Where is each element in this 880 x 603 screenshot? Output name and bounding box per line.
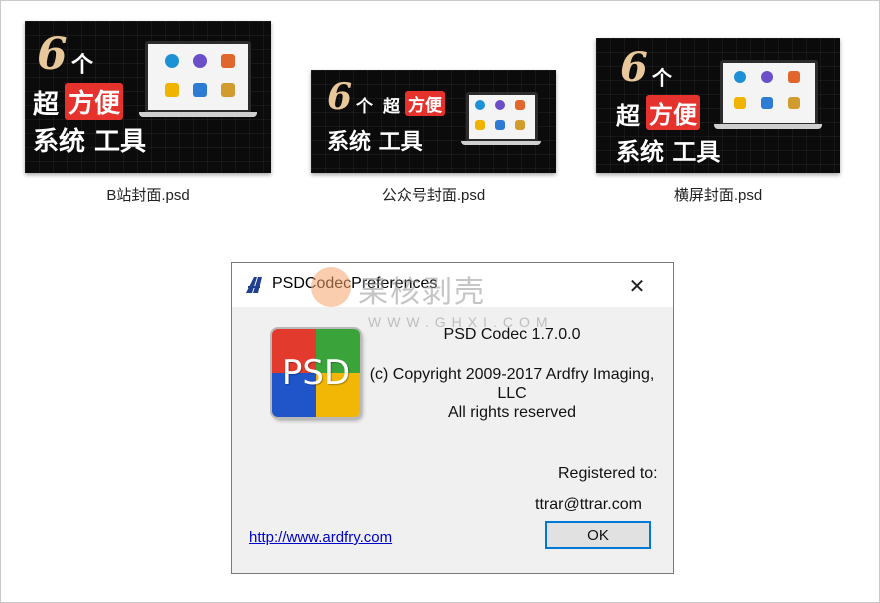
file-item-wechat-cover[interactable]: 6 个 超 方便 系统 工具 公众号封面.psd bbox=[311, 70, 556, 206]
crab-icon bbox=[515, 100, 525, 110]
watermark-text: 果核剥壳 bbox=[358, 275, 486, 310]
gear-icon bbox=[475, 100, 485, 110]
close-icon: ✕ bbox=[628, 275, 646, 298]
monitor-icon bbox=[475, 120, 485, 130]
laptop-base bbox=[461, 141, 541, 145]
watermark-logo bbox=[311, 267, 351, 307]
laptop-graphic bbox=[145, 41, 251, 113]
doc-icon bbox=[495, 120, 505, 130]
people-icon bbox=[495, 100, 505, 110]
copyright-text-2: LLC bbox=[497, 385, 527, 402]
rights-text: All rights reserved bbox=[447, 404, 577, 421]
thumbnail-image: 6 个 超 方便 系统 工具 bbox=[25, 21, 271, 173]
lock-icon bbox=[515, 120, 525, 130]
file-name: 横屏封面.psd bbox=[673, 187, 763, 204]
logo-text: PSD bbox=[281, 353, 351, 393]
thumb-title: 系统 工具 bbox=[616, 137, 721, 166]
crab-icon bbox=[788, 71, 800, 83]
laptop-base bbox=[714, 124, 822, 129]
file-name: B站封面.psd bbox=[106, 187, 190, 204]
doc-icon bbox=[761, 97, 773, 109]
thumb-chao: 超 bbox=[616, 102, 640, 130]
thumb-number: 6 bbox=[620, 44, 648, 91]
people-icon bbox=[193, 54, 207, 68]
psd-logo-icon: PSD bbox=[272, 329, 360, 417]
ok-button[interactable]: OK bbox=[545, 521, 651, 549]
file-name: 公众号封面.psd bbox=[381, 187, 486, 204]
thumb-title: 系统 工具 bbox=[327, 129, 423, 155]
thumb-ge: 个 bbox=[71, 53, 94, 78]
thumb-ge: 个 bbox=[652, 66, 672, 90]
thumb-number: 6 bbox=[37, 29, 68, 80]
registered-value: ttrar@ttrar.com bbox=[535, 496, 642, 513]
doc-icon bbox=[193, 83, 207, 97]
people-icon bbox=[761, 71, 773, 83]
ardfry-website-link[interactable]: http://www.ardfry.com bbox=[249, 529, 392, 546]
thumb-chao: 超 bbox=[33, 90, 60, 120]
gear-icon bbox=[165, 54, 179, 68]
lock-icon bbox=[221, 83, 235, 97]
copyright-text: (c) Copyright 2009-2017 Ardfry Imaging, bbox=[369, 366, 655, 383]
crab-icon bbox=[221, 54, 235, 68]
thumb-fangbian: 方便 bbox=[646, 95, 700, 130]
monitor-icon bbox=[734, 97, 746, 109]
thumb-fangbian: 方便 bbox=[405, 91, 445, 116]
file-item-b-cover[interactable]: 6 个 超 方便 系统 工具 B站封面.psd bbox=[25, 21, 271, 206]
laptop-base bbox=[139, 112, 257, 117]
thumb-number: 6 bbox=[327, 76, 353, 118]
watermark-url: WWW.GHXI.COM bbox=[368, 314, 554, 330]
close-button[interactable]: ✕ bbox=[624, 273, 650, 299]
thumbnail-image: 6 个 超 方便 系统 工具 bbox=[311, 70, 556, 173]
lock-icon bbox=[788, 97, 800, 109]
thumb-fangbian: 方便 bbox=[65, 83, 124, 120]
thumb-title: 系统 工具 bbox=[33, 127, 147, 157]
registered-label: Registered to: bbox=[558, 465, 658, 482]
file-item-landscape-cover[interactable]: 6 个 超 方便 系统 工具 横屏封面.psd bbox=[596, 38, 840, 206]
monitor-icon bbox=[165, 83, 179, 97]
thumbnail-image: 6 个 超 方便 系统 工具 bbox=[596, 38, 840, 173]
laptop-graphic bbox=[720, 60, 818, 126]
thumb-chao: 超 bbox=[383, 97, 400, 117]
gear-icon bbox=[734, 71, 746, 83]
ardfry-app-icon bbox=[246, 277, 262, 293]
thumb-ge: 个 bbox=[356, 97, 373, 117]
ok-button-label: OK bbox=[587, 526, 609, 544]
